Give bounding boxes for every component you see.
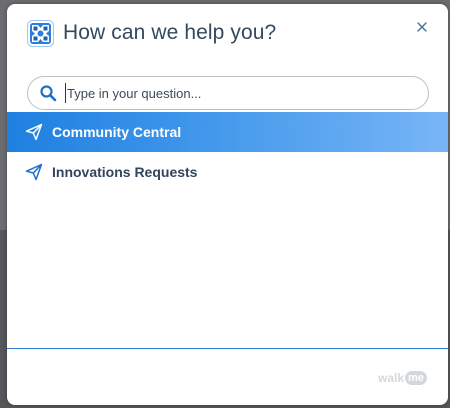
widget-header: How can we help you? — [7, 4, 448, 66]
life-ring-icon — [27, 20, 54, 47]
list-item-label: Community Central — [52, 124, 182, 140]
list-item-innovations-requests[interactable]: Innovations Requests — [7, 152, 448, 192]
close-icon[interactable] — [415, 20, 429, 34]
search-input[interactable] — [65, 83, 417, 103]
footer-divider — [7, 348, 448, 349]
list-item-label: Innovations Requests — [52, 164, 198, 180]
search-icon — [39, 84, 57, 102]
brand-text: walk — [378, 371, 405, 385]
widget-title: How can we help you? — [63, 21, 277, 44]
help-widget-panel: How can we help you? Community Central — [7, 4, 448, 405]
paper-plane-icon — [25, 123, 43, 141]
walkme-logo[interactable]: walk me — [378, 370, 427, 386]
result-list: Community Central Innovations Requests — [7, 112, 448, 192]
paper-plane-icon — [25, 163, 43, 181]
search-box — [27, 76, 429, 110]
list-item-community-central[interactable]: Community Central — [7, 112, 448, 152]
brand-badge: me — [405, 371, 427, 385]
